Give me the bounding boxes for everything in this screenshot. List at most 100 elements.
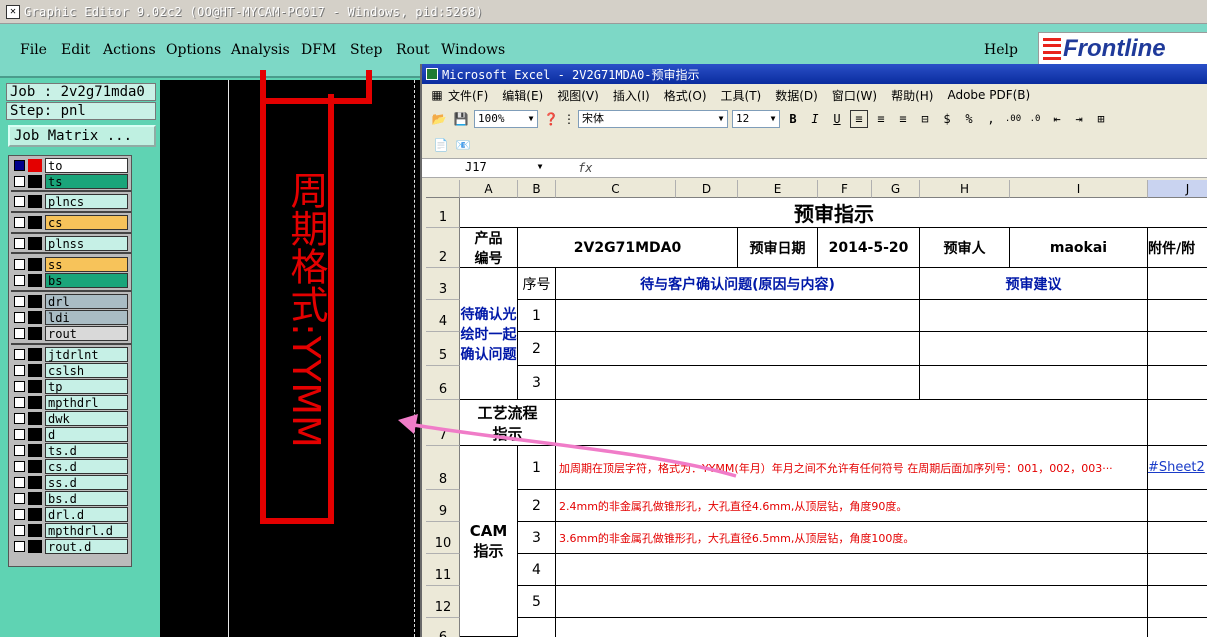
layer-name[interactable]: bs.d (45, 491, 128, 506)
menu-rout[interactable]: Rout (396, 42, 430, 58)
xl-menu-window[interactable]: 窗口(W) (832, 87, 877, 104)
xl-menu-view[interactable]: 视图(V) (557, 87, 599, 104)
questions-header-cell[interactable]: 待与客户确认问题(原因与内容) (556, 268, 920, 300)
layer-checkbox[interactable] (14, 176, 25, 187)
layer-checkbox[interactable] (14, 160, 25, 171)
advice-cell[interactable] (920, 332, 1148, 366)
layer-checkbox[interactable] (14, 429, 25, 440)
menu-actions[interactable]: Actions (103, 42, 156, 58)
layer-row[interactable]: mpthdrl.d (9, 523, 129, 538)
layer-checkbox[interactable] (14, 296, 25, 307)
decrease-decimal-icon[interactable]: .0 (1026, 110, 1044, 128)
layer-color-swatch[interactable] (28, 159, 42, 172)
row-header[interactable]: 11 (426, 554, 460, 586)
seq-header-cell[interactable]: 序号 (518, 268, 556, 300)
layer-row[interactable]: to (9, 158, 129, 173)
row-header[interactable]: 12 (426, 586, 460, 618)
row-header[interactable]: 3 (426, 268, 460, 300)
cell[interactable] (1148, 332, 1207, 366)
layer-checkbox[interactable] (14, 461, 25, 472)
layer-checkbox[interactable] (14, 259, 25, 270)
layer-name[interactable]: ts (45, 174, 128, 189)
layer-row[interactable]: cslsh (9, 363, 129, 378)
layer-row[interactable]: cs (9, 215, 129, 230)
layer-name[interactable]: cs (45, 215, 128, 230)
layer-color-swatch[interactable] (28, 540, 42, 553)
layer-row[interactable]: bs (9, 273, 129, 288)
cam-instruction-cell[interactable] (556, 618, 1148, 637)
question-cell[interactable] (556, 300, 920, 332)
comma-icon[interactable]: , (982, 110, 1000, 128)
layer-row[interactable]: ss (9, 257, 129, 272)
column-header[interactable]: G (872, 180, 920, 198)
layer-row[interactable]: ts (9, 174, 129, 189)
cell[interactable] (1148, 554, 1207, 586)
layer-name[interactable]: drl.d (45, 507, 128, 522)
cam-instruction-cell[interactable] (556, 586, 1148, 618)
advice-cell[interactable] (920, 366, 1148, 400)
pdf-mail-icon[interactable]: 📧 (454, 136, 472, 154)
percent-icon[interactable]: % (960, 110, 978, 128)
layer-row[interactable]: drl.d (9, 507, 129, 522)
layer-name[interactable]: tp (45, 379, 128, 394)
sheet-title-cell[interactable]: 预审指示 (460, 198, 1207, 228)
process-flow-label-cell[interactable]: 工艺流程指示 (460, 400, 556, 446)
column-header[interactable]: D (676, 180, 738, 198)
layer-name[interactable]: plncs (45, 194, 128, 209)
cam-instruction-cell[interactable]: 3.6mm的非金属孔做锥形孔，大孔直径6.5mm,从顶层钻，角度100度。 (556, 522, 1148, 554)
cam-seq-cell[interactable]: 1 (518, 446, 556, 490)
name-box[interactable]: J17 ▼ (426, 159, 546, 177)
align-left-icon[interactable]: ≡ (850, 110, 868, 128)
xl-menu-help[interactable]: 帮助(H) (891, 87, 933, 104)
cell[interactable] (1148, 490, 1207, 522)
layer-color-swatch[interactable] (28, 364, 42, 377)
ge-app-icon[interactable]: ✕ (6, 4, 20, 19)
layer-color-swatch[interactable] (28, 311, 42, 324)
layer-color-swatch[interactable] (28, 444, 42, 457)
save-icon[interactable]: 💾 (452, 110, 470, 128)
layer-row[interactable]: drl (9, 294, 129, 309)
indent-icon[interactable]: ⇥ (1070, 110, 1088, 128)
layer-checkbox[interactable] (14, 477, 25, 488)
layer-color-swatch[interactable] (28, 508, 42, 521)
layer-row[interactable]: jtdrlnt (9, 347, 129, 362)
select-all-corner[interactable] (426, 180, 460, 198)
layer-row[interactable]: cs.d (9, 459, 129, 474)
menu-options[interactable]: Options (166, 42, 221, 58)
layer-row[interactable]: tp (9, 379, 129, 394)
layer-name[interactable]: mpthdrl (45, 395, 128, 410)
xl-menu-edit[interactable]: 编辑(E) (502, 87, 543, 104)
layer-row[interactable]: bs.d (9, 491, 129, 506)
reviewer-value-cell[interactable]: maokai (1010, 228, 1148, 268)
layer-row[interactable]: plncs (9, 194, 129, 209)
date-label-cell[interactable]: 预审日期 (738, 228, 818, 268)
layer-name[interactable]: bs (45, 273, 128, 288)
xl-menu-format[interactable]: 格式(O) (664, 87, 707, 104)
layer-checkbox[interactable] (14, 196, 25, 207)
process-flow-value-cell[interactable] (556, 400, 1148, 446)
menu-step[interactable]: Step (350, 42, 382, 58)
row-header[interactable]: 4 (426, 300, 460, 332)
menu-dfm[interactable]: DFM (301, 42, 336, 58)
outdent-icon[interactable]: ⇤ (1048, 110, 1066, 128)
cam-seq-cell[interactable]: 5 (518, 586, 556, 618)
cell[interactable] (1148, 522, 1207, 554)
column-header[interactable]: E (738, 180, 818, 198)
bold-icon[interactable]: B (784, 110, 802, 128)
layer-row[interactable]: rout (9, 326, 129, 341)
layer-color-swatch[interactable] (28, 524, 42, 537)
layer-checkbox[interactable] (14, 365, 25, 376)
product-label-cell[interactable]: 产品 编号 (460, 228, 518, 268)
cam-label-cell[interactable]: CAM 指示 (460, 446, 518, 637)
question-cell[interactable] (556, 366, 920, 400)
layer-checkbox[interactable] (14, 445, 25, 456)
layer-name[interactable]: ss (45, 257, 128, 272)
layer-row[interactable]: dwk (9, 411, 129, 426)
layer-name[interactable]: d (45, 427, 128, 442)
xl-menu-data[interactable]: 数据(D) (775, 87, 818, 104)
layer-checkbox[interactable] (14, 413, 25, 424)
row-header[interactable]: 10 (426, 522, 460, 554)
layer-color-swatch[interactable] (28, 348, 42, 361)
currency-icon[interactable]: $ (938, 110, 956, 128)
layer-name[interactable]: jtdrlnt (45, 347, 128, 362)
